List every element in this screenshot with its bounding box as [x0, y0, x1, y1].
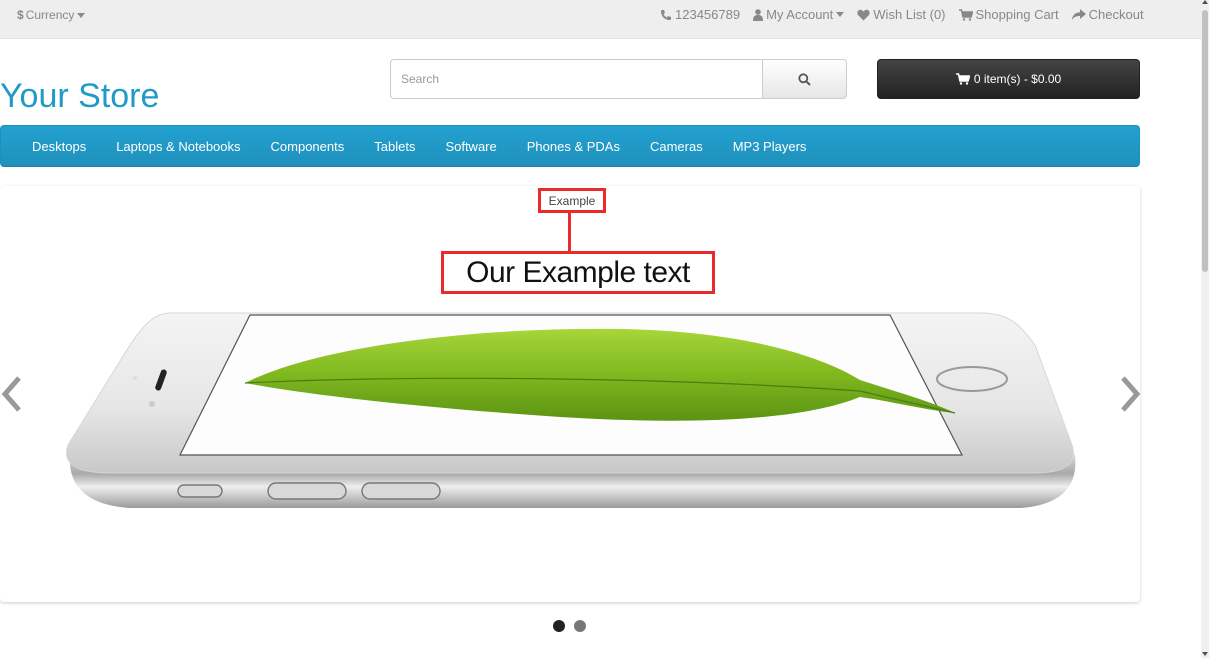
- checkout-label: Checkout: [1088, 7, 1144, 22]
- pagination-dot-1[interactable]: [553, 620, 565, 632]
- search-button[interactable]: [762, 59, 847, 99]
- phone-link[interactable]: 123456789: [660, 7, 740, 22]
- caret-down-icon: [77, 13, 86, 19]
- pagination-dot-2[interactable]: [574, 620, 586, 632]
- slide-heading: Our Example text: [441, 251, 715, 294]
- top-links: 123456789 My Account Wish List (0) Shopp…: [660, 7, 1157, 22]
- shopping-cart-icon: [958, 8, 973, 21]
- currency-label: Currency: [25, 8, 75, 22]
- page-scrollbar[interactable]: [1201, 0, 1209, 658]
- menu-item-desktops[interactable]: Desktops: [17, 139, 101, 154]
- phone-icon: [661, 9, 671, 20]
- chevron-right-icon[interactable]: [1120, 375, 1142, 413]
- wish-list-link[interactable]: Wish List (0): [857, 7, 946, 22]
- menu-item-components[interactable]: Components: [256, 139, 360, 154]
- category-menu: Desktops Laptops & Notebooks Components …: [0, 125, 1140, 167]
- menu-item-tablets[interactable]: Tablets: [359, 139, 430, 154]
- user-icon: [753, 8, 764, 21]
- menu-item-cameras[interactable]: Cameras: [635, 139, 718, 154]
- menu-item-laptops-notebooks[interactable]: Laptops & Notebooks: [101, 139, 255, 154]
- phone-number: 123456789: [675, 7, 741, 22]
- slide-label: Example: [538, 188, 606, 213]
- currency-dropdown[interactable]: $ Currency: [17, 8, 86, 22]
- phone-banner-image: [66, 312, 1076, 508]
- shopping-cart-link[interactable]: Shopping Cart: [958, 7, 1059, 22]
- checkout-link[interactable]: Checkout: [1071, 7, 1144, 22]
- shopping-cart-icon: [955, 73, 970, 85]
- cart-total-label: 0 item(s) - $0.00: [973, 72, 1062, 86]
- annotation-connector: [568, 213, 571, 253]
- chevron-left-icon[interactable]: [0, 375, 22, 413]
- scroll-up-arrow[interactable]: [1202, 0, 1208, 4]
- search-box: [390, 59, 847, 99]
- slideshow-pagination: [553, 620, 586, 632]
- heart-icon: [857, 9, 870, 20]
- my-account-dropdown[interactable]: My Account: [753, 7, 845, 22]
- dollar-icon: $: [17, 8, 24, 22]
- store-logo[interactable]: Your Store: [0, 76, 159, 116]
- search-input[interactable]: [390, 59, 763, 99]
- wish-list-label: Wish List (0): [873, 7, 946, 22]
- top-bar: $ Currency 123456789 My Account Wish List…: [0, 0, 1201, 39]
- my-account-label: My Account: [766, 7, 834, 22]
- shopping-cart-label: Shopping Cart: [975, 7, 1059, 22]
- share-icon: [1071, 8, 1086, 20]
- cart-button[interactable]: 0 item(s) - $0.00: [877, 59, 1140, 99]
- caret-down-icon: [836, 12, 845, 17]
- scrollbar-thumb[interactable]: [1202, 10, 1208, 272]
- menu-item-mp3-players[interactable]: MP3 Players: [718, 139, 822, 154]
- search-icon: [798, 72, 811, 86]
- menu-item-phones-pdas[interactable]: Phones & PDAs: [512, 139, 635, 154]
- menu-item-software[interactable]: Software: [430, 139, 511, 154]
- scroll-down-arrow[interactable]: [1202, 652, 1208, 656]
